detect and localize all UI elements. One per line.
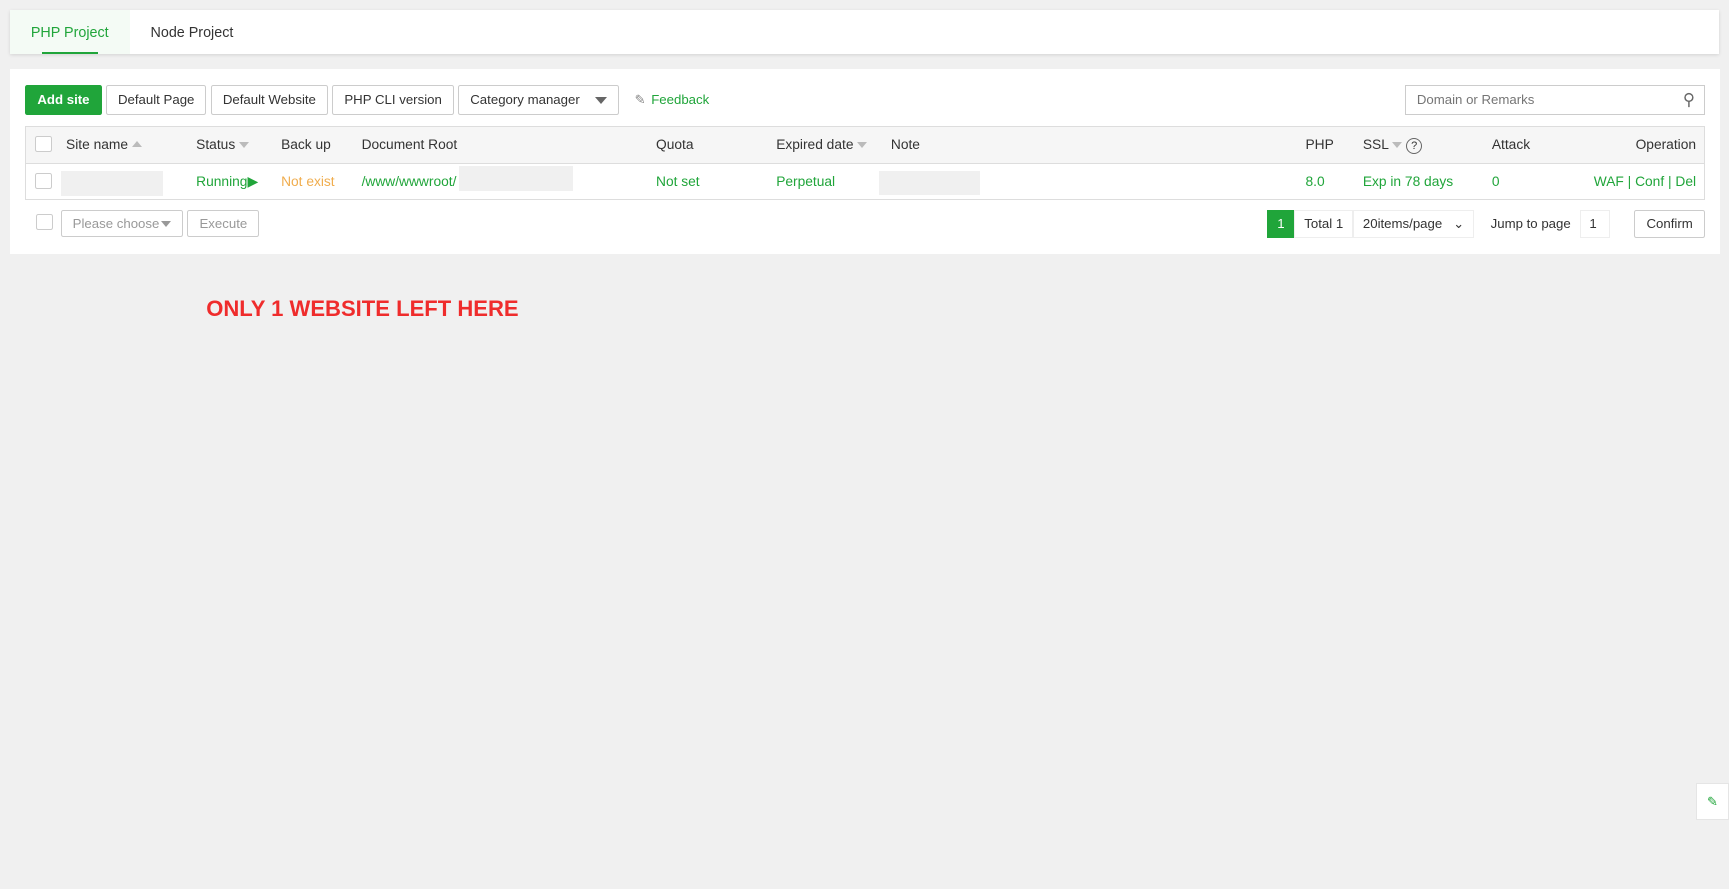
- status-running[interactable]: Running▶: [196, 164, 258, 199]
- batch-checkbox[interactable]: [36, 213, 53, 231]
- search-input[interactable]: [1414, 91, 1683, 109]
- del-link[interactable]: Del: [1675, 174, 1696, 189]
- sites-panel: Add site Default Page Default Website PH…: [9, 69, 1721, 254]
- jump-label: Jump to page: [1490, 216, 1571, 232]
- search-box: ⚲: [1404, 84, 1705, 115]
- table-footer: Please choose Execute 1 Total 1 20items/…: [25, 209, 1705, 239]
- toolbar: Add site Default Page Default Website PH…: [25, 84, 1705, 115]
- col-doc-root: Document Root: [361, 136, 458, 152]
- col-note: Note: [890, 136, 920, 152]
- sort-up-icon: [131, 136, 142, 148]
- col-status[interactable]: Status: [196, 127, 250, 162]
- jump-page-input[interactable]: 1: [1579, 209, 1611, 238]
- sort-down-icon: [239, 142, 250, 153]
- col-ssl[interactable]: SSL ?: [1363, 127, 1423, 162]
- search-icon[interactable]: ⚲: [1683, 90, 1695, 110]
- note-field[interactable]: [878, 170, 981, 195]
- operations: WAF | Conf | Del: [1593, 174, 1697, 190]
- sort-down-icon: [857, 142, 868, 153]
- annotation-text: ONLY 1 WEBSITE LEFT HERE: [206, 295, 519, 321]
- page-1[interactable]: 1: [1267, 209, 1295, 238]
- status-label: Running: [196, 174, 248, 190]
- feedback-label: Feedback: [651, 92, 710, 108]
- tab-php-project[interactable]: PHP Project: [9, 9, 130, 55]
- col-label: Status: [196, 136, 236, 152]
- col-site-name[interactable]: Site name: [66, 127, 142, 162]
- redacted-path: [458, 166, 574, 191]
- batch-placeholder: Please choose: [72, 215, 160, 231]
- backup-status[interactable]: Not exist: [281, 164, 335, 199]
- per-page-select[interactable]: 20items/page ⌄: [1353, 209, 1475, 238]
- redacted-site-name: [60, 170, 164, 197]
- execute-button[interactable]: Execute: [187, 209, 260, 238]
- per-page-value: 20items/page: [1362, 215, 1443, 231]
- col-label: Expired date: [776, 136, 854, 152]
- pagination: 1 Total 1 20items/page ⌄ Jump to page 1 …: [1267, 209, 1705, 238]
- edit-feedback-icon[interactable]: ✎: [1696, 782, 1729, 821]
- project-tabs: PHP Project Node Project: [9, 9, 1720, 55]
- chevron-down-icon: ⌄: [1453, 215, 1465, 231]
- php-cli-version-button[interactable]: PHP CLI version: [332, 84, 454, 115]
- feedback-link[interactable]: ✎ Feedback: [635, 92, 710, 108]
- tab-node-project[interactable]: Node Project: [130, 10, 255, 54]
- conf-link[interactable]: Conf: [1635, 174, 1664, 189]
- doc-root-link[interactable]: /www/wwwroot/: [362, 164, 457, 199]
- col-quota: Quota: [656, 136, 694, 152]
- play-icon: ▶: [247, 174, 259, 190]
- quota-value[interactable]: Not set: [656, 164, 700, 199]
- php-version[interactable]: 8.0: [1305, 164, 1324, 199]
- table-header: Site name Status Back up Document Root Q…: [26, 126, 1704, 165]
- select-all-checkbox[interactable]: [35, 135, 52, 152]
- sort-down-icon: [1392, 142, 1403, 153]
- col-label: Site name: [66, 136, 129, 152]
- default-website-button[interactable]: Default Website: [210, 84, 328, 115]
- batch-select[interactable]: Please choose: [60, 209, 184, 238]
- expired-value[interactable]: Perpetual: [776, 164, 835, 199]
- ssl-status[interactable]: Exp in 78 days: [1363, 164, 1453, 199]
- add-site-button[interactable]: Add site: [25, 84, 102, 115]
- col-php: PHP: [1305, 136, 1334, 152]
- category-label: Category manager: [470, 92, 580, 108]
- category-manager-dropdown[interactable]: Category manager: [458, 84, 620, 115]
- waf-link[interactable]: WAF: [1594, 174, 1624, 189]
- col-operation: Operation: [1635, 136, 1697, 152]
- caret-down-icon: [161, 221, 172, 232]
- table-row: Running▶ Not exist /www/wwwroot/ Not set…: [26, 164, 1703, 199]
- row-checkbox[interactable]: [35, 172, 52, 190]
- total-count: Total 1: [1294, 209, 1354, 238]
- col-attack: Attack: [1491, 136, 1531, 152]
- attack-count: 0: [1491, 174, 1500, 190]
- edit-note-icon: ✎: [634, 91, 646, 107]
- sites-table: Site name Status Back up Document Root Q…: [25, 125, 1705, 201]
- confirm-button[interactable]: Confirm: [1634, 209, 1705, 238]
- col-backup: Back up: [281, 136, 331, 152]
- default-page-button[interactable]: Default Page: [105, 84, 207, 115]
- col-expired[interactable]: Expired date: [776, 127, 868, 162]
- col-label: SSL: [1362, 136, 1389, 152]
- caret-down-icon: [595, 96, 608, 110]
- help-icon[interactable]: ?: [1406, 137, 1423, 155]
